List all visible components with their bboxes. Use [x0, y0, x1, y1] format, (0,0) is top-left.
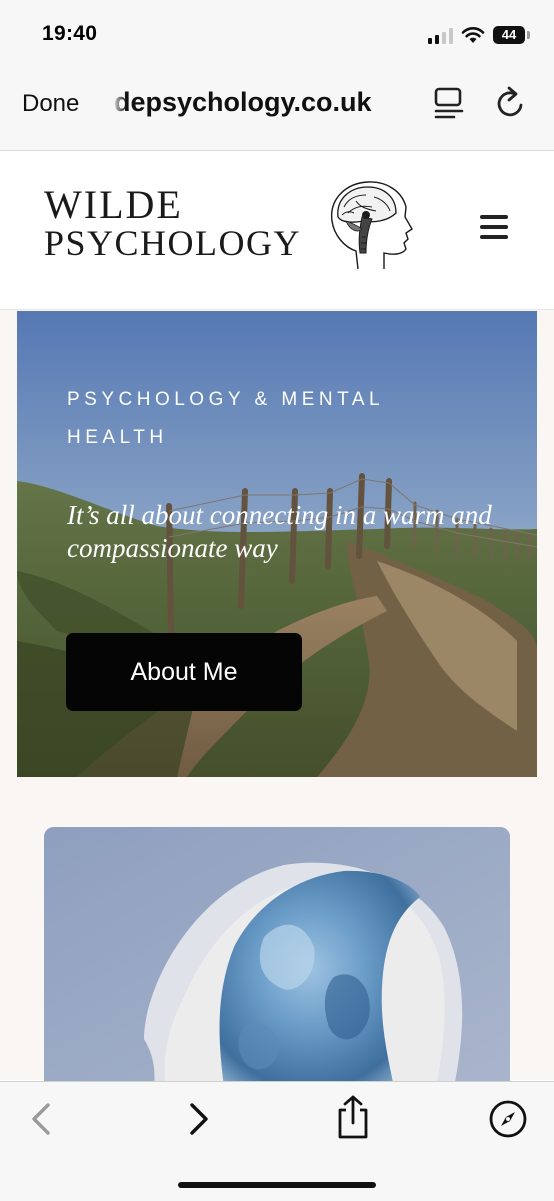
watercolor-head-card: [44, 827, 510, 1087]
reader-mode-icon[interactable]: [432, 86, 466, 120]
cellular-signal-icon: [428, 28, 454, 44]
hero-section: PSYCHOLOGY & MENTAL HEALTH It’s all abou…: [17, 311, 537, 777]
logo-text-psychology[interactable]: PSYCHOLOGY: [44, 225, 301, 261]
about-me-button[interactable]: About Me: [66, 633, 302, 711]
status-bar: 19:40 44: [0, 0, 554, 70]
home-indicator: [178, 1182, 376, 1188]
site-header: WILDE PSYCHOLOGY: [0, 151, 554, 310]
battery-icon: 44: [493, 26, 525, 44]
url-fade: [112, 84, 126, 124]
url-field[interactable]: depsychology.co.uk: [114, 87, 372, 118]
done-button[interactable]: Done: [22, 90, 79, 118]
reload-icon[interactable]: [494, 85, 528, 121]
hero-tagline: It’s all about connecting in a warm and …: [67, 500, 492, 563]
logo-text-wilde[interactable]: WILDE: [44, 185, 183, 225]
compass-icon[interactable]: [488, 1099, 528, 1139]
wifi-icon: [461, 27, 485, 43]
status-time: 19:40: [42, 22, 98, 45]
chevron-right-icon[interactable]: [186, 1101, 212, 1137]
share-icon[interactable]: [334, 1094, 372, 1140]
hero-kicker: PSYCHOLOGY & MENTAL HEALTH: [67, 389, 384, 448]
battery-tip: [527, 31, 530, 39]
chevron-left-icon[interactable]: [28, 1101, 54, 1137]
watercolor-head-image: [44, 827, 510, 1087]
hamburger-menu-icon[interactable]: [480, 215, 508, 239]
browser-toolbar: Done depsychology.co.uk: [0, 70, 554, 151]
brain-head-logo-icon[interactable]: [326, 177, 416, 273]
